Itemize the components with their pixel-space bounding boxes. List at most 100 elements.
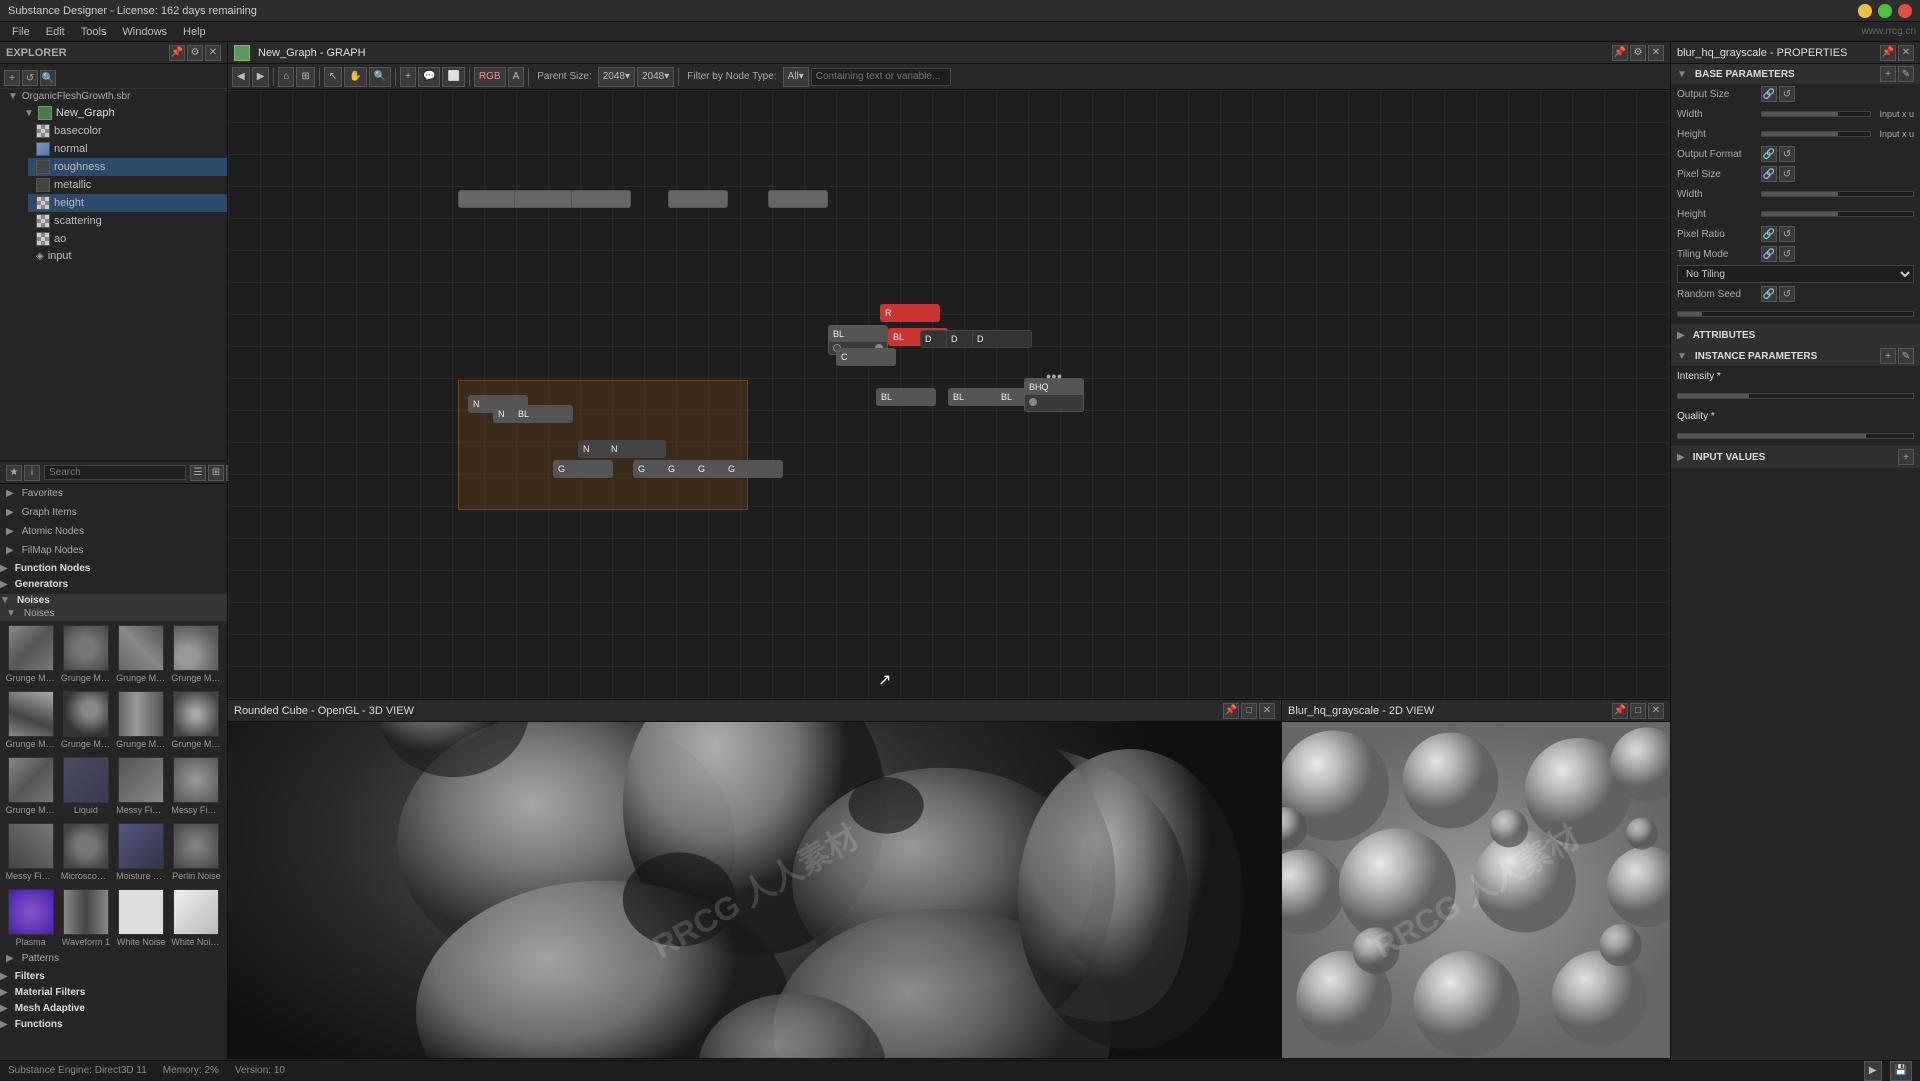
status-render-btn[interactable]: ▶ — [1864, 1061, 1882, 1081]
menu-file[interactable]: File — [4, 22, 38, 41]
explorer-ao[interactable]: ao — [28, 230, 227, 248]
texture-pin[interactable]: 📌 — [1612, 703, 1628, 719]
props-px-width-slider[interactable] — [1761, 191, 1914, 197]
explorer-search[interactable]: 🔍 — [40, 70, 56, 86]
lib-generators-header[interactable]: ▶ Generators — [0, 578, 227, 590]
lib-mesh-adaptive-header[interactable]: ▶ Mesh Adaptive — [0, 1002, 227, 1014]
node-conn[interactable]: C — [836, 348, 896, 366]
close-button[interactable] — [1898, 4, 1912, 18]
props-reset[interactable]: ↺ — [1779, 86, 1795, 102]
lib-filters-header[interactable]: ▶ Filters — [0, 970, 227, 982]
node-top-1[interactable] — [458, 190, 518, 208]
toolbar-add-node[interactable]: + — [400, 67, 416, 87]
minimize-button[interactable] — [1858, 4, 1872, 18]
lib-thumb-grunge014[interactable]: Grunge Map 014 — [170, 691, 223, 749]
node-labeled[interactable]: ●●● BHQ — [1024, 378, 1084, 412]
toolbar-pan[interactable]: ✋ — [344, 67, 366, 87]
props-base-params-header[interactable]: ▼ BASE PARAMETERS + ✎ — [1671, 64, 1920, 84]
node-3[interactable]: BL — [513, 405, 573, 423]
explorer-close[interactable]: ✕ — [205, 45, 221, 61]
props-px-link[interactable]: 🔗 — [1761, 166, 1777, 182]
menu-tools[interactable]: Tools — [73, 22, 115, 41]
explorer-root-file[interactable]: ▼ OrganicFleshGrowth.sbr — [0, 89, 227, 104]
lib-thumb-grunge015[interactable]: Grunge Map 015 — [4, 757, 57, 815]
props-inst-edit[interactable]: ✎ — [1898, 348, 1914, 364]
lib-thumb-micro[interactable]: Microscope View — [59, 823, 112, 881]
viewport-pin[interactable]: 📌 — [1223, 703, 1239, 719]
lib-thumb-mf1[interactable]: Messy Fibers 1 — [115, 757, 168, 815]
lib-thumb-liquid[interactable]: Liquid — [59, 757, 112, 815]
props-seed-slider[interactable] — [1677, 311, 1914, 317]
explorer-add[interactable]: + — [4, 70, 20, 86]
graph-close[interactable]: ✕ — [1648, 45, 1664, 61]
parent-size-dropdown[interactable]: 2048▾ — [598, 67, 635, 87]
node-5[interactable]: N — [606, 440, 666, 458]
lib-thumb-grunge007[interactable]: Grunge Map 007 — [4, 625, 57, 683]
graph-canvas[interactable]: N N BL N N G G — [228, 90, 1670, 699]
node-top-4[interactable] — [668, 190, 728, 208]
node-red-1[interactable]: R — [880, 304, 940, 322]
node-top-2[interactable] — [514, 190, 574, 208]
props-input-add[interactable]: + — [1898, 449, 1914, 465]
lib-thumb-perlin[interactable]: Perlin Noise — [170, 823, 223, 881]
lib-thumb-moisture[interactable]: Moisture Noise — [115, 823, 168, 881]
props-format-link[interactable]: 🔗 — [1761, 146, 1777, 162]
viewport-canvas[interactable]: RRCG 人人素材 — [228, 722, 1281, 1058]
viewport-close[interactable]: ✕ — [1259, 703, 1275, 719]
props-px-reset[interactable]: ↺ — [1779, 166, 1795, 182]
lib-favorites-tab[interactable]: ▶ Favorites — [0, 486, 227, 501]
lib-thumb-mf3[interactable]: Messy Fibers 3 — [4, 823, 57, 881]
node-top-3[interactable] — [571, 190, 631, 208]
props-ratio-link[interactable]: 🔗 — [1761, 226, 1777, 242]
props-input-values-header[interactable]: ▶ INPUT VALUES + — [1671, 447, 1920, 467]
status-save-btn[interactable]: 💾 — [1890, 1061, 1912, 1081]
props-quality-slider[interactable] — [1677, 433, 1914, 439]
props-inst-add[interactable]: + — [1880, 348, 1896, 364]
props-intensity-slider[interactable] — [1677, 393, 1914, 399]
props-seed-reset[interactable]: ↺ — [1779, 286, 1795, 302]
lib-thumb-white-noise-fast[interactable]: White Noise Fast — [170, 889, 223, 947]
props-tiling-link[interactable]: 🔗 — [1761, 246, 1777, 262]
maximize-button[interactable] — [1878, 4, 1892, 18]
explorer-settings[interactable]: ⚙ — [187, 45, 203, 61]
props-tiling-reset[interactable]: ↺ — [1779, 246, 1795, 262]
toolbar-select[interactable]: ↖ — [324, 67, 342, 87]
lib-function-nodes-header[interactable]: ▶ Function Nodes — [0, 562, 227, 574]
explorer-roughness[interactable]: roughness — [28, 158, 227, 176]
library-search-input[interactable] — [44, 465, 186, 480]
node-r1[interactable]: BL — [876, 388, 936, 406]
props-width-slider[interactable] — [1761, 111, 1871, 117]
texture-close[interactable]: ✕ — [1648, 703, 1664, 719]
graph-pin[interactable]: 📌 — [1612, 45, 1628, 61]
lib-noises-header[interactable]: ▼ Noises — [0, 594, 227, 606]
explorer-normal[interactable]: normal — [28, 140, 227, 158]
explorer-basecolor[interactable]: basecolor — [28, 122, 227, 140]
props-format-reset[interactable]: ↺ — [1779, 146, 1795, 162]
lib-thumb-grunge009[interactable]: Grunge Map 009 — [115, 625, 168, 683]
menu-windows[interactable]: Windows — [114, 22, 175, 41]
node-top-5[interactable] — [768, 190, 828, 208]
lib-thumb-grunge010[interactable]: Grunge Map 010 — [170, 625, 223, 683]
explorer-pin[interactable]: 📌 — [169, 45, 185, 61]
props-instance-params-header[interactable]: ▼ INSTANCE PARAMETERS + ✎ — [1671, 346, 1920, 366]
props-tiling-dropdown[interactable]: No Tiling Horizontal Vertical Both — [1677, 265, 1914, 283]
lib-thumb-mf2[interactable]: Messy Fibers 2 — [170, 757, 223, 815]
toolbar-zoom[interactable]: 🔍 — [369, 67, 391, 87]
toolbar-alpha[interactable]: A — [508, 67, 525, 87]
toolbar-back[interactable]: ◀ — [232, 67, 250, 87]
graph-search-input[interactable] — [811, 68, 951, 86]
lib-functions-header[interactable]: ▶ Functions — [0, 1018, 227, 1030]
node-6[interactable]: G — [553, 460, 613, 478]
graph-settings[interactable]: ⚙ — [1630, 45, 1646, 61]
lib-thumb-grunge012[interactable]: Grunge Map 012 — [59, 691, 112, 749]
lib-atomic-tab[interactable]: ▶ Atomic Nodes — [0, 524, 227, 539]
props-seed-link[interactable]: 🔗 — [1761, 286, 1777, 302]
explorer-height[interactable]: height — [28, 194, 227, 212]
node-10[interactable]: G — [723, 460, 783, 478]
lib-material-filters-header[interactable]: ▶ Material Filters — [0, 986, 227, 998]
props-close[interactable]: ✕ — [1898, 45, 1914, 61]
toolbar-forward[interactable]: ▶ — [252, 67, 270, 87]
lib-grid-view[interactable]: ⊞ — [208, 465, 224, 481]
props-height-slider[interactable] — [1761, 131, 1871, 137]
node-dark-3[interactable]: D — [972, 330, 1032, 348]
